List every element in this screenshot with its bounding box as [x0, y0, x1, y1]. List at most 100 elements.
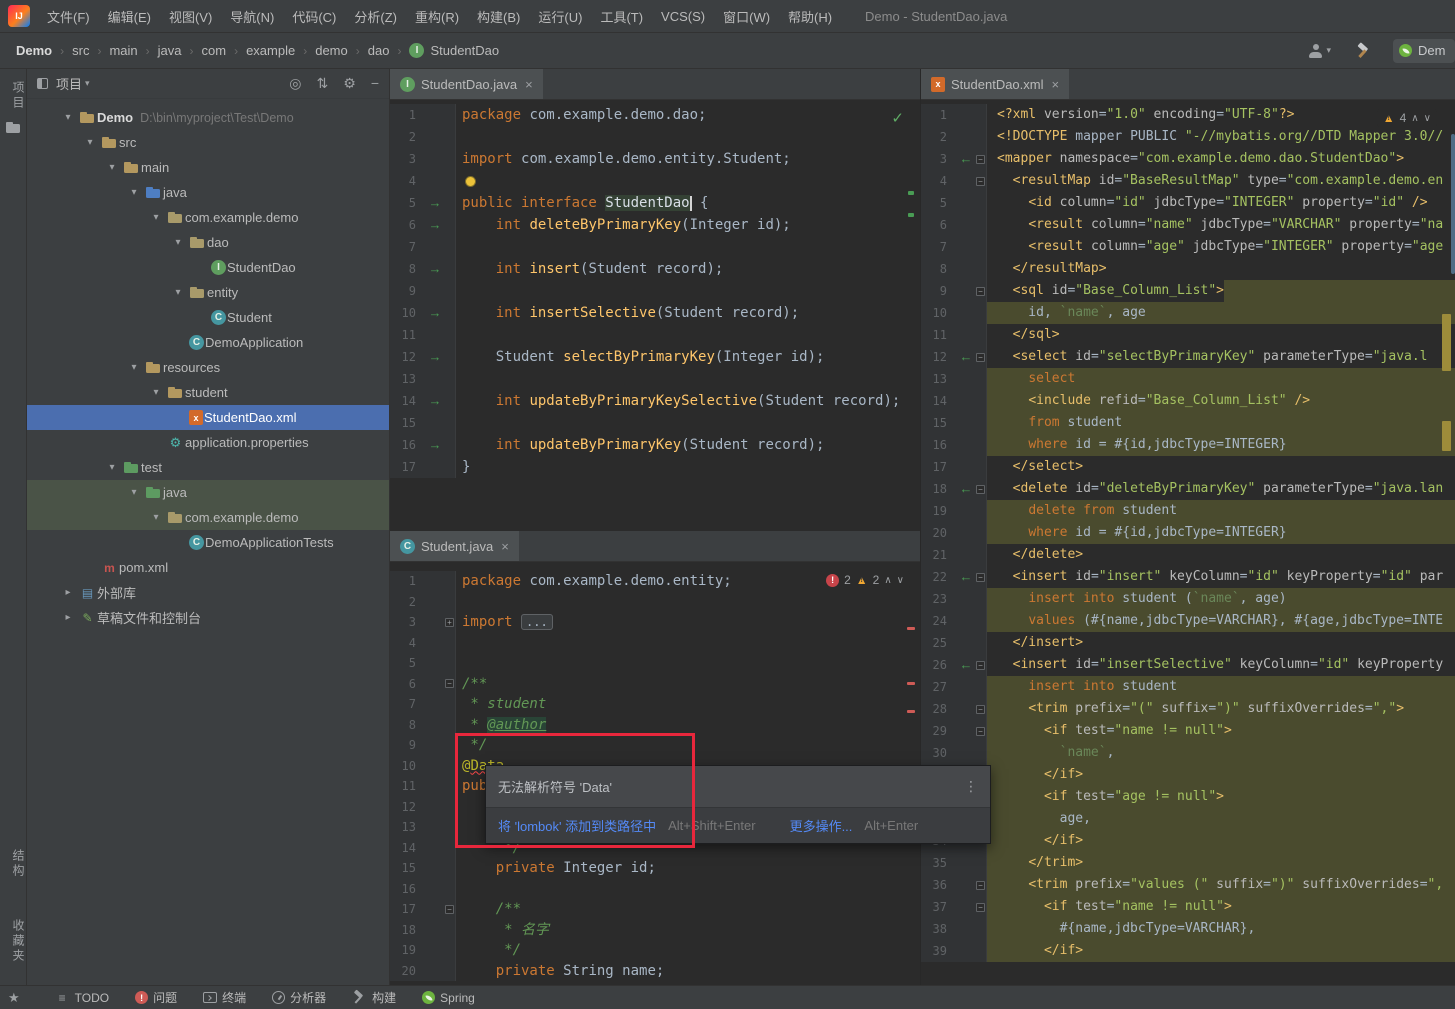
kebab-menu-icon[interactable]: ⋮ [964, 778, 978, 795]
locate-file-icon[interactable]: ◎ [289, 75, 301, 91]
nav-arrow-icon[interactable]: → [426, 390, 444, 412]
nav-arrow-icon[interactable]: ← [957, 346, 975, 368]
favorites-star-icon[interactable]: ★ [8, 990, 20, 1006]
tree-item-entity[interactable]: ▾entity [27, 280, 389, 305]
menu-item[interactable]: 编辑(E) [99, 0, 160, 32]
tree-item-test[interactable]: ▾test [27, 455, 389, 480]
code-dao_xml[interactable]: 1<?xml version="1.0" encoding="UTF-8"?>2… [921, 100, 1455, 985]
quickfix-link[interactable]: 将 'lombok' 添加到类路径中 [498, 816, 656, 835]
inspections-ok-icon[interactable]: ✓ [891, 109, 904, 127]
more-actions-link[interactable]: 更多操作... [790, 816, 853, 835]
tab-studentdao-java[interactable]: I StudentDao.java × [390, 69, 543, 99]
fold-icon[interactable]: − [975, 720, 987, 742]
menu-item[interactable]: 帮助(H) [779, 0, 841, 32]
nav-arrow-icon[interactable]: ← [957, 566, 975, 588]
tree-item-草稿文件和控制台[interactable]: ▸✎草稿文件和控制台 [27, 605, 389, 630]
stripe-favorites-button[interactable]: 收藏夹 [0, 919, 27, 964]
fold-icon[interactable]: − [975, 874, 987, 896]
stripe-project-button[interactable]: 项目 [0, 81, 27, 111]
menu-item[interactable]: 分析(Z) [345, 0, 406, 32]
chevron-down-icon[interactable]: ▾ [167, 287, 189, 298]
tree-item-Student[interactable]: CStudent [27, 305, 389, 330]
tree-item-resources[interactable]: ▾resources [27, 355, 389, 380]
prev-issue-icon[interactable]: ∧ [884, 575, 891, 586]
nav-arrow-icon[interactable]: → [426, 434, 444, 456]
chevron-down-icon[interactable]: ▾ [85, 78, 90, 89]
breadcrumb-item[interactable]: StudentDao [430, 43, 499, 58]
tree-item-java[interactable]: ▾java [27, 180, 389, 205]
nav-arrow-icon[interactable]: ← [957, 478, 975, 500]
fold-icon[interactable]: − [975, 566, 987, 588]
tree-item-main[interactable]: ▾main [27, 155, 389, 180]
run-config-button[interactable]: Dem [1393, 39, 1455, 63]
breadcrumb-item[interactable]: Demo [16, 43, 52, 58]
chevron-down-icon[interactable]: ▾ [145, 512, 167, 523]
chevron-down-icon[interactable]: ▾ [167, 237, 189, 248]
menu-item[interactable]: 文件(F) [38, 0, 99, 32]
close-icon[interactable]: × [1052, 77, 1060, 92]
breadcrumb-item[interactable]: main [109, 43, 137, 58]
menu-item[interactable]: 窗口(W) [714, 0, 779, 32]
breadcrumb-item[interactable]: src [72, 43, 89, 58]
tree-item-外部库[interactable]: ▸▤外部库 [27, 580, 389, 605]
fold-icon[interactable]: − [444, 899, 456, 920]
tree-item-StudentDao[interactable]: IStudentDao [27, 255, 389, 280]
status-item-build[interactable]: 构建 [339, 989, 409, 1006]
tree-item-com.example.demo[interactable]: ▾com.example.demo [27, 505, 389, 530]
fold-icon[interactable]: − [975, 698, 987, 720]
prev-issue-icon[interactable]: ∧ [1411, 113, 1418, 124]
breadcrumb-item[interactable]: example [246, 43, 295, 58]
folder-icon[interactable] [6, 121, 21, 134]
menu-item[interactable]: 导航(N) [221, 0, 283, 32]
tree-item-pom.xml[interactable]: mpom.xml [27, 555, 389, 580]
chevron-down-icon[interactable]: ▾ [57, 112, 79, 123]
menu-item[interactable]: 视图(V) [160, 0, 221, 32]
build-hammer-icon[interactable] [1355, 43, 1371, 59]
chevron-down-icon[interactable]: ▾ [101, 162, 123, 173]
fold-icon[interactable]: − [975, 170, 987, 192]
breadcrumb-item[interactable]: java [158, 43, 182, 58]
tree-item-StudentDao.xml[interactable]: xStudentDao.xml [27, 405, 389, 430]
tree-item-com.example.demo[interactable]: ▾com.example.demo [27, 205, 389, 230]
tree-item-dao[interactable]: ▾dao [27, 230, 389, 255]
nav-arrow-icon[interactable]: ← [957, 654, 975, 676]
chevron-down-icon[interactable]: ▾ [79, 137, 101, 148]
tree-item-DemoApplication[interactable]: CDemoApplication [27, 330, 389, 355]
user-icon[interactable] [1308, 43, 1323, 58]
chevron-down-icon[interactable]: ▾ [123, 187, 145, 198]
fold-icon[interactable]: − [975, 896, 987, 918]
tree-item-DemoApplicationTests[interactable]: CDemoApplicationTests [27, 530, 389, 555]
nav-arrow-icon[interactable]: ← [957, 148, 975, 170]
menu-item[interactable]: 重构(R) [406, 0, 468, 32]
fold-icon[interactable]: − [975, 148, 987, 170]
tree-item-student[interactable]: ▾student [27, 380, 389, 405]
stripe-structure-button[interactable]: 结构 [0, 849, 27, 879]
status-item-todo[interactable]: ≡TODO [42, 989, 122, 1006]
nav-arrow-icon[interactable]: → [426, 192, 444, 214]
close-icon[interactable]: × [525, 77, 533, 92]
chevron-down-icon[interactable]: ▾ [101, 462, 123, 473]
tree-item-Demo[interactable]: ▾DemoD:\bin\myproject\Test\Demo [27, 105, 389, 130]
nav-arrow-icon[interactable]: → [426, 302, 444, 324]
breadcrumb-item[interactable]: dao [368, 43, 390, 58]
status-item-spring[interactable]: Spring [409, 989, 488, 1006]
chevron-down-icon[interactable]: ▾ [145, 212, 167, 223]
error-stripe[interactable] [1441, 100, 1455, 985]
fold-icon[interactable]: − [975, 478, 987, 500]
settings-gear-icon[interactable]: ⚙ [343, 75, 356, 91]
tree-item-java[interactable]: ▾java [27, 480, 389, 505]
nav-arrow-icon[interactable]: → [426, 258, 444, 280]
chevron-right-icon[interactable]: ▸ [57, 587, 79, 598]
nav-arrow-icon[interactable]: → [426, 214, 444, 236]
next-issue-icon[interactable]: ∨ [897, 575, 904, 586]
status-item-problems[interactable]: !问题 [122, 989, 190, 1006]
nav-arrow-icon[interactable]: → [426, 346, 444, 368]
chevron-down-icon[interactable]: ▾ [145, 387, 167, 398]
fold-icon[interactable]: − [975, 346, 987, 368]
collapse-all-icon[interactable]: ⇅ [317, 75, 329, 91]
chevron-down-icon[interactable]: ▾ [123, 362, 145, 373]
project-view-selector[interactable]: 项目 [56, 74, 82, 93]
intention-bulb-icon[interactable] [465, 176, 476, 187]
chevron-down-icon[interactable]: ▾ [123, 487, 145, 498]
tab-student-java[interactable]: C Student.java × [390, 531, 519, 561]
